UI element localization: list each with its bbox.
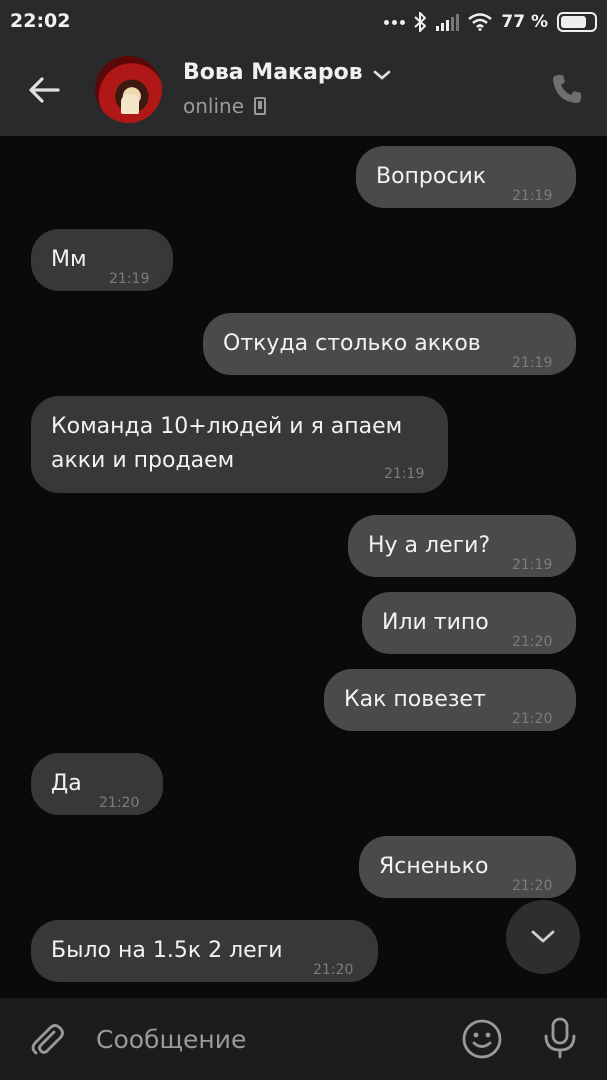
scroll-to-bottom-button[interactable] xyxy=(506,900,580,974)
contact-name[interactable]: Вова Макаров xyxy=(183,60,363,85)
chevron-down-icon[interactable] xyxy=(372,68,392,82)
message-bubble-incoming[interactable]: Было на 1.5к 2 леги 21:20 xyxy=(31,920,378,982)
message-time: 21:20 xyxy=(313,962,354,978)
message-text: Было на 1.5к 2 леги xyxy=(51,938,283,963)
message-text: Команда 10+людей и я апаем акки и продае… xyxy=(51,414,403,473)
message-text: Ясненько xyxy=(379,854,489,879)
message-time: 21:19 xyxy=(512,355,553,371)
message-time: 21:20 xyxy=(99,795,140,811)
battery-icon xyxy=(557,12,597,32)
mobile-device-icon xyxy=(254,97,267,115)
bluetooth-icon xyxy=(414,12,427,32)
message-input[interactable] xyxy=(96,1020,436,1058)
message-text: Ну а леги? xyxy=(368,533,491,558)
paperclip-icon[interactable] xyxy=(28,1020,66,1058)
battery-fill xyxy=(561,16,586,28)
wifi-icon xyxy=(468,13,493,31)
message-composer xyxy=(0,998,607,1080)
status-icons: 77 % xyxy=(384,10,597,34)
message-bubble-outgoing[interactable]: Или типо 21:20 xyxy=(362,592,576,654)
signal-icon xyxy=(436,14,460,31)
avatar[interactable] xyxy=(95,56,162,123)
message-time: 21:19 xyxy=(512,557,553,573)
message-time: 21:19 xyxy=(109,271,150,287)
message-time: 21:19 xyxy=(384,466,425,482)
message-bubble-outgoing[interactable]: Как повезет 21:20 xyxy=(324,669,576,731)
message-text: Да xyxy=(51,771,82,796)
notification-dots-icon xyxy=(384,19,406,25)
smiley-icon[interactable] xyxy=(461,1018,503,1060)
message-bubble-outgoing[interactable]: Вопросик 21:19 xyxy=(356,146,576,208)
message-bubble-outgoing[interactable]: Ну а леги? 21:19 xyxy=(348,515,576,577)
message-text: Откуда столько акков xyxy=(223,331,481,356)
message-bubble-outgoing[interactable]: Ясненько 21:20 xyxy=(359,836,576,898)
message-time: 21:20 xyxy=(512,634,553,650)
message-bubble-incoming[interactable]: Мм 21:19 xyxy=(31,229,173,291)
message-bubble-incoming[interactable]: Да 21:20 xyxy=(31,753,163,815)
message-time: 21:20 xyxy=(512,878,553,894)
message-time: 21:20 xyxy=(512,711,553,727)
microphone-icon[interactable] xyxy=(541,1016,579,1060)
phone-icon[interactable] xyxy=(550,72,584,106)
message-bubble-outgoing[interactable]: Откуда столько акков 21:19 xyxy=(203,313,576,375)
contact-status: online xyxy=(183,94,267,118)
message-text: Как повезет xyxy=(344,687,486,712)
chevron-down-icon xyxy=(531,930,555,943)
status-bar: 22:02 77 % xyxy=(0,0,607,44)
message-text: Или типо xyxy=(382,610,489,635)
chat-header: Вова Макаров online xyxy=(0,44,607,136)
status-time: 22:02 xyxy=(10,10,71,32)
message-text: Мм xyxy=(51,247,87,272)
arrow-left-icon[interactable] xyxy=(24,70,64,110)
message-list[interactable]: Вопросик 21:19 Мм 21:19 Откуда столько а… xyxy=(0,136,607,998)
message-time: 21:19 xyxy=(512,188,553,204)
message-text: Вопросик xyxy=(376,164,487,189)
battery-percentage: 77 % xyxy=(501,12,548,32)
online-status: online xyxy=(183,94,245,118)
message-bubble-incoming[interactable]: Команда 10+людей и я апаем акки и продае… xyxy=(31,396,448,493)
